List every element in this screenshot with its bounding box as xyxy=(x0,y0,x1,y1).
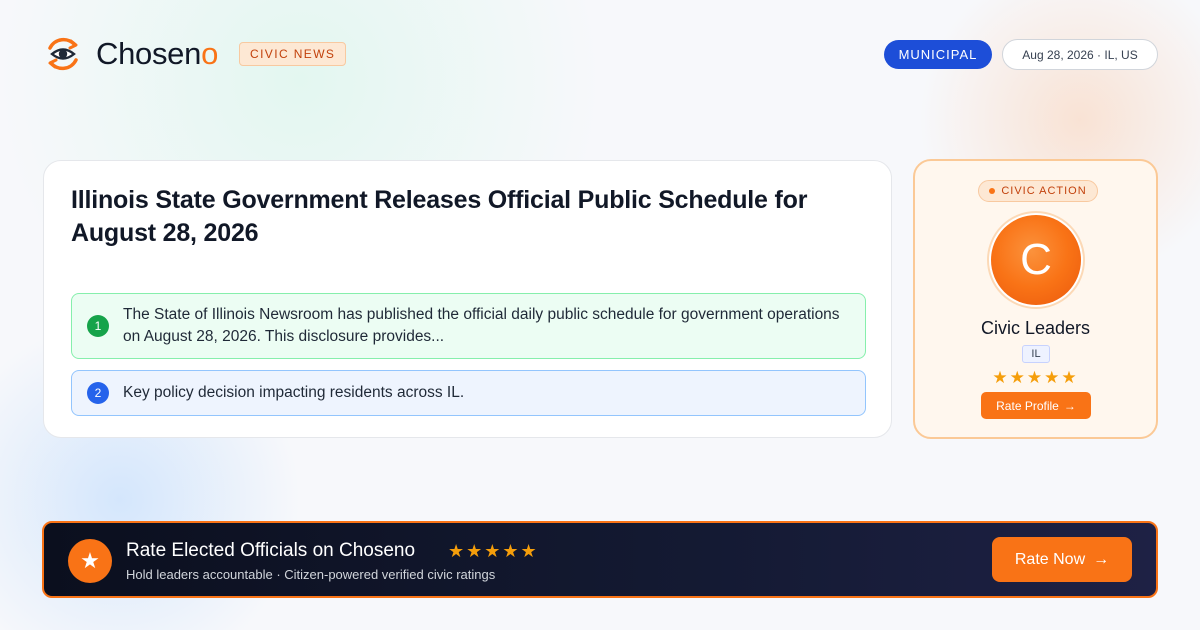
article-card[interactable]: Illinois State Government Releases Offic… xyxy=(43,160,892,438)
profile-card[interactable]: CIVIC ACTION C Civic Leaders IL ★★★★★ Ra… xyxy=(913,159,1158,439)
banner-subtitle: Hold leaders accountable · Citizen-power… xyxy=(126,567,496,582)
banner-star-rating: ★★★★★ xyxy=(448,541,539,561)
civic-action-label: CIVIC ACTION xyxy=(1001,185,1087,197)
profile-name: Civic Leaders xyxy=(980,318,1091,338)
civic-action-tag: CIVIC ACTION xyxy=(978,180,1098,202)
rate-now-button[interactable]: Rate Now → xyxy=(992,537,1132,582)
article-title: Illinois State Government Releases Offic… xyxy=(71,186,808,247)
state-badge: IL xyxy=(1022,345,1050,363)
banner-title: Rate Elected Officials on Choseno xyxy=(126,540,416,561)
arrow-right-icon: → xyxy=(1093,550,1110,568)
summary-point-2: 2 Key policy decision impacting resident… xyxy=(71,370,866,416)
brand-name: Choseno xyxy=(96,36,219,71)
arrow-right-icon: → xyxy=(1063,398,1076,413)
star-icon: ★ xyxy=(68,539,112,583)
brand[interactable]: Choseno xyxy=(44,36,218,72)
summary-point-1: 1 The State of Illinois Newsroom has pub… xyxy=(71,293,866,359)
point-text: The State of Illinois Newsroom has publi… xyxy=(123,306,840,345)
point-text: Key policy decision impacting residents … xyxy=(123,384,465,401)
rate-profile-button[interactable]: Rate Profile → xyxy=(981,392,1091,419)
avatar-letter: C xyxy=(991,215,1081,305)
point-number-badge: 2 xyxy=(87,382,109,404)
avatar[interactable]: C xyxy=(987,211,1085,309)
rate-profile-label: Rate Profile xyxy=(996,398,1059,413)
eye-arrows-icon xyxy=(48,37,78,71)
category-badge[interactable]: MUNICIPAL xyxy=(884,40,992,69)
date-location-badge: Aug 28, 2026 · IL, US xyxy=(1002,39,1158,70)
rate-now-label: Rate Now xyxy=(1014,550,1086,568)
star-rating[interactable]: ★★★★★ xyxy=(915,368,1156,388)
rate-officials-banner[interactable]: ★ Rate Elected Officials on Choseno ★★★★… xyxy=(42,521,1158,598)
point-number-badge: 1 xyxy=(87,315,109,337)
civic-news-tag: CIVIC NEWS xyxy=(239,42,347,66)
dot-icon xyxy=(989,188,996,194)
